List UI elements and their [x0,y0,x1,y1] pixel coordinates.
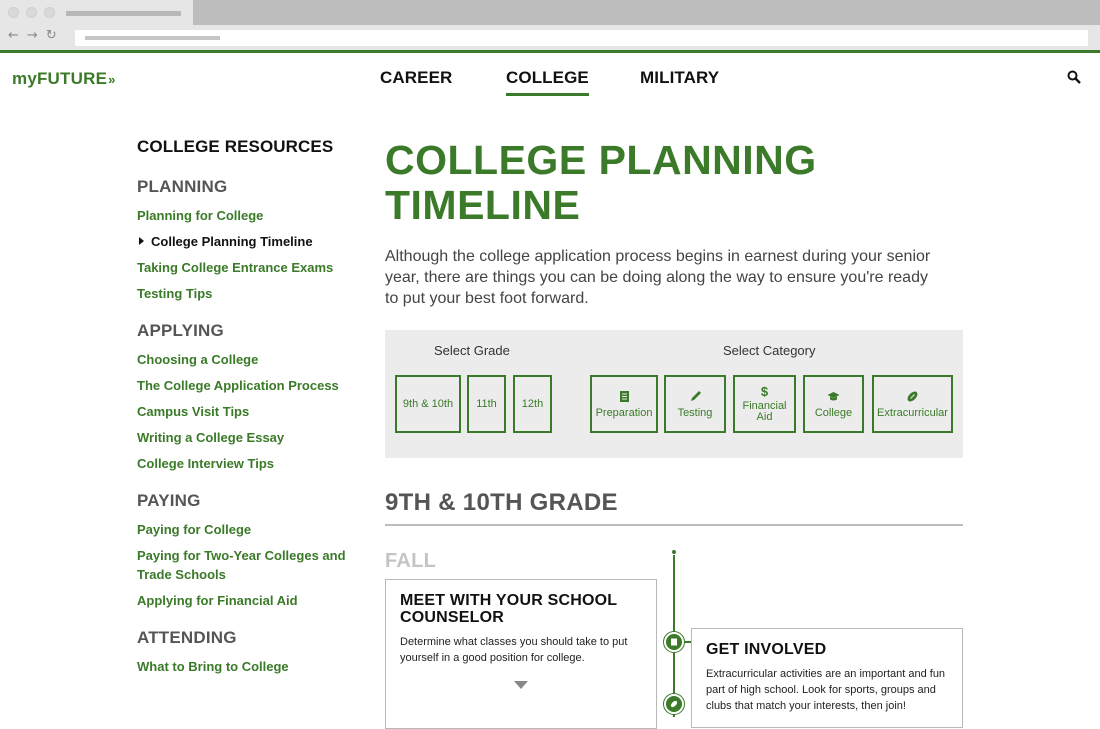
category-button-label: College [814,406,853,419]
sidebar-item-campus-visit-tips[interactable]: Campus Visit Tips [137,402,347,421]
category-button-label: Preparation [595,406,653,419]
section-heading: ATTENDING [137,628,237,647]
category-button-label: Financial Aid [742,400,787,423]
section-heading: APPLYING [137,321,224,340]
category-button-testing[interactable]: Testing [664,375,726,433]
sidebar-item-financial-aid[interactable]: Applying for Financial Aid [137,591,347,610]
sidebar-section-paying: PAYING Paying for College Paying for Two… [137,491,347,610]
header-rule [0,50,1100,53]
minimize-window-button[interactable] [26,7,37,18]
tab-title-placeholder [66,11,181,16]
window-controls [8,7,55,18]
grade-button-label: 11th [476,397,497,410]
sidebar-item-college-essay[interactable]: Writing a College Essay [137,428,347,447]
intro-text: Although the college application process… [385,248,931,307]
main-nav: CAREER COLLEGE MILITARY [0,68,1100,98]
grade-button-label: 12th [521,397,544,410]
address-bar[interactable] [75,30,1088,46]
maximize-window-button[interactable] [44,7,55,18]
timeline-card[interactable]: MEET WITH YOUR SCHOOL COUNSELOR Determin… [385,579,657,729]
filter-panel: Select Grade Select Category 9th & 10th … [385,330,963,458]
card-body: Determine what classes you should take t… [400,636,628,664]
category-button-financial-aid[interactable]: $ Financial Aid [733,375,796,433]
category-button-preparation[interactable]: Preparation [590,375,658,433]
sidebar-item-application-process[interactable]: The College Application Process [137,376,347,395]
browser-chrome: ← → ↻ [0,0,1100,50]
timeline-start-dot [672,550,676,554]
sidebar-section-applying: APPLYING Choosing a College The College … [137,321,347,473]
nav-career[interactable]: CAREER [380,68,452,88]
sidebar-item-college-planning-timeline[interactable]: College Planning Timeline [137,232,347,251]
sidebar-section-attending: ATTENDING What to Bring to College [137,628,347,676]
grade-filter-label: Select Grade [434,343,510,358]
timeline-node-list-icon [664,632,684,652]
card-body: Extracurricular activities are an import… [706,668,946,712]
grade-button-9th-10th[interactable]: 9th & 10th [395,375,461,433]
browser-nav-buttons: ← → ↻ [8,29,57,43]
list-icon [619,390,629,402]
sidebar-item-what-to-bring[interactable]: What to Bring to College [137,657,347,676]
nav-college[interactable]: COLLEGE [506,68,589,96]
dollar-icon: $ [760,384,769,399]
sidebar-item-interview-tips[interactable]: College Interview Tips [137,454,347,473]
section-heading: PAYING [137,491,201,510]
sidebar-item-entrance-exams[interactable]: Taking College Entrance Exams [137,258,347,277]
category-button-label: Extracurricular [877,406,948,419]
graduation-cap-icon [827,391,840,400]
sidebar-item-two-year-colleges[interactable]: Paying for Two-Year Colleges and Trade S… [137,546,347,584]
sidebar-item-planning-for-college[interactable]: Planning for College [137,206,347,225]
grade-button-12th[interactable]: 12th [513,375,552,433]
season-label: FALL [385,550,437,572]
football-icon [907,391,918,401]
timeline-node-football-icon [664,694,684,714]
nav-military[interactable]: MILITARY [640,68,719,88]
close-window-button[interactable] [8,7,19,18]
page-title: COLLEGE PLANNING TIMELINE [385,137,817,228]
sidebar-item-choosing-college[interactable]: Choosing a College [137,350,347,369]
card-title: GET INVOLVED [706,641,827,658]
search-icon[interactable] [1067,70,1081,84]
grade-button-label: 9th & 10th [402,397,454,410]
sidebar-section-planning: PLANNING Planning for College College Pl… [137,177,347,303]
reload-icon[interactable]: ↻ [46,29,57,43]
sidebar-item-testing-tips[interactable]: Testing Tips [137,284,347,303]
section-heading: PLANNING [137,177,228,196]
category-button-label: Testing [677,406,713,419]
sidebar-title: COLLEGE RESOURCES [137,137,334,156]
url-placeholder [85,36,220,40]
card-title: MEET WITH YOUR SCHOOL COUNSELOR [400,592,617,626]
grade-button-11th[interactable]: 11th [467,375,506,433]
timeline-card[interactable]: GET INVOLVED Extracurricular activities … [691,628,963,728]
forward-icon[interactable]: → [27,29,38,43]
category-filter-label: Select Category [723,343,816,358]
category-button-college[interactable]: College [803,375,864,433]
pencil-icon [690,390,701,401]
category-button-extracurricular[interactable]: Extracurricular [872,375,953,433]
grade-heading: 9TH & 10TH GRADE [385,489,963,526]
expand-arrow-icon[interactable] [514,681,528,689]
back-icon[interactable]: ← [8,29,19,43]
sidebar: COLLEGE RESOURCES PLANNING Planning for … [137,137,347,694]
sidebar-item-paying-for-college[interactable]: Paying for College [137,520,347,539]
tab-strip [0,0,1100,25]
